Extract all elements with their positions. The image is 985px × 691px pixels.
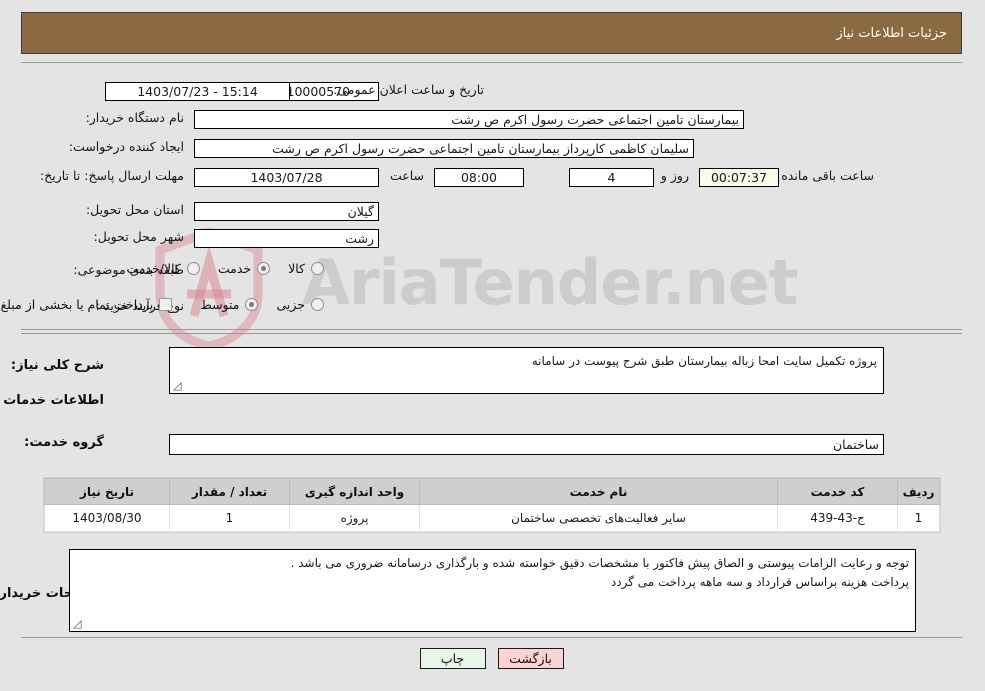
days-label: روز و	[661, 168, 690, 183]
table-row[interactable]: 1 ج-43-439 سایر فعالیت‌های تخصصی ساختمان…	[45, 504, 941, 532]
city-label-wrap: شهر محل تحویل:	[95, 229, 185, 244]
radio-icon[interactable]	[258, 262, 272, 275]
deadline-time-field[interactable]: 08:00	[435, 168, 525, 187]
description-textarea[interactable]: پروژه تکمیل سایت امحا زباله بیمارستان طب…	[170, 347, 885, 394]
buyer-org-label: نام دستگاه خریدار:	[86, 110, 185, 125]
tender-detail-page: AriaTender.net جزئیات اطلاعات نیاز شماره…	[0, 0, 985, 691]
islamic-treasury-note: پرداخت تمام یا بخشی از مبلغ خرید،از محل …	[0, 297, 155, 312]
public-announce-field[interactable]: 15:14 - 1403/07/23	[106, 82, 291, 101]
process-option-motevaset[interactable]: متوسط	[201, 297, 260, 312]
deadline-label: مهلت ارسال پاسخ: تا تاریخ:	[40, 168, 185, 183]
process-radio-group: جزیی متوسط پرداخت تمام یا بخشی از مبلغ خ…	[0, 297, 325, 312]
public-announce-label-wrap: تاریخ و ساعت اعلان عمومی:	[334, 82, 485, 97]
action-buttons: بازگشت چاپ	[0, 648, 985, 669]
service-group-label: گروه خدمت:	[25, 435, 105, 450]
category-option-label: خدمت	[218, 261, 253, 276]
days-remaining-field[interactable]: 4	[570, 168, 655, 187]
resize-handle-icon[interactable]: ◺	[174, 379, 186, 392]
th-unit: واحد اندازه گیری	[290, 478, 421, 505]
province-label-wrap: استان محل تحویل:	[87, 202, 185, 217]
th-name: نام خدمت	[420, 478, 779, 505]
deadline-date-field[interactable]: 1403/07/28	[195, 168, 380, 187]
description-text: پروژه تکمیل سایت امحا زباله بیمارستان طب…	[532, 354, 878, 368]
radio-icon[interactable]	[312, 298, 325, 311]
description-label-wrap: شرح کلی نیاز:	[12, 358, 105, 373]
services-section-title: اطلاعات خدمات مورد نیاز	[0, 393, 105, 408]
category-radio-group: کالا خدمت کالا/خدمت	[109, 261, 325, 276]
radio-icon[interactable]	[312, 262, 325, 275]
service-group-field[interactable]: ساختمان	[170, 434, 885, 455]
cell-name: سایر فعالیت‌های تخصصی ساختمان	[420, 504, 779, 532]
category-option-kala[interactable]: کالا	[289, 261, 325, 276]
cell-quantity: 1	[170, 504, 291, 532]
category-option-label: کالا/خدمت	[127, 261, 182, 276]
radio-icon[interactable]	[187, 262, 201, 275]
countdown-field: 00:07:37	[700, 168, 780, 187]
remaining-label-wrap: ساعت باقی مانده	[782, 168, 875, 183]
description-label: شرح کلی نیاز:	[11, 358, 105, 373]
province-field[interactable]: گیلان	[195, 202, 380, 221]
print-button[interactable]: چاپ	[420, 648, 487, 669]
back-button[interactable]: بازگشت	[498, 648, 565, 669]
buyer-notes-textarea[interactable]: توجه و رعایت الزامات پیوستی و الصاق پیش …	[70, 549, 917, 632]
category-option-kala-khedmat[interactable]: کالا/خدمت	[127, 261, 201, 276]
page-header: جزئیات اطلاعات نیاز	[22, 12, 963, 54]
province-label: استان محل تحویل:	[86, 202, 185, 217]
cell-date: 1403/08/30	[45, 504, 171, 532]
city-field[interactable]: رشت	[195, 229, 380, 248]
category-option-khedmat[interactable]: خدمت	[218, 261, 272, 276]
page-title: جزئیات اطلاعات نیاز	[837, 25, 948, 41]
service-group-label-wrap: گروه خدمت:	[25, 435, 105, 450]
cell-code: ج-43-439	[778, 504, 899, 532]
days-label-wrap: روز و	[662, 168, 690, 183]
requester-label: ایجاد کننده درخواست:	[69, 139, 185, 154]
buyer-org-label-wrap: نام دستگاه خریدار:	[87, 110, 185, 125]
remaining-label: ساعت باقی مانده	[782, 168, 875, 183]
process-option-jozei[interactable]: جزیی	[277, 297, 325, 312]
buyer-org-field[interactable]: بیمارستان تامین اجتماعی حضرت رسول اکرم ص…	[195, 110, 745, 129]
requester-label-wrap: ایجاد کننده درخواست:	[70, 139, 185, 154]
th-date: تاریخ نیاز	[45, 478, 171, 505]
category-option-label: کالا	[289, 261, 306, 276]
deadline-time-label-wrap: ساعت	[391, 168, 425, 183]
cell-row: 1	[898, 504, 941, 532]
requester-field[interactable]: سلیمان کاظمی کارپرداز بیمارستان تامین اج…	[195, 139, 695, 158]
radio-icon[interactable]	[246, 298, 260, 311]
services-section-title-wrap: اطلاعات خدمات مورد نیاز	[0, 393, 105, 408]
buyer-notes-line1: توجه و رعایت الزامات پیوستی و الصاق پیش …	[291, 556, 910, 570]
th-quantity: تعداد / مقدار	[170, 478, 291, 505]
table-header-row: ردیف کد خدمت نام خدمت واحد اندازه گیری ت…	[45, 478, 941, 505]
th-row: ردیف	[898, 478, 941, 505]
city-label: شهر محل تحویل:	[94, 229, 185, 244]
deadline-time-label: ساعت	[390, 168, 425, 183]
process-option-label: جزیی	[277, 297, 306, 312]
islamic-treasury-option[interactable]: پرداخت تمام یا بخشی از مبلغ خرید،از محل …	[0, 297, 174, 312]
buyer-notes-line2: پرداخت هزینه براساس قرارداد و سه ماهه پر…	[611, 575, 910, 589]
process-option-label: متوسط	[201, 297, 241, 312]
services-table: ردیف کد خدمت نام خدمت واحد اندازه گیری ت…	[44, 477, 942, 533]
public-announce-label: تاریخ و ساعت اعلان عمومی:	[334, 82, 485, 97]
need-info-panel	[22, 62, 963, 330]
th-code: کد خدمت	[778, 478, 899, 505]
cell-unit: پروژه	[290, 504, 421, 532]
resize-handle-icon[interactable]: ◺	[74, 617, 86, 630]
checkbox-icon[interactable]	[160, 298, 174, 311]
deadline-label-wrap: مهلت ارسال پاسخ: تا تاریخ:	[41, 168, 185, 183]
